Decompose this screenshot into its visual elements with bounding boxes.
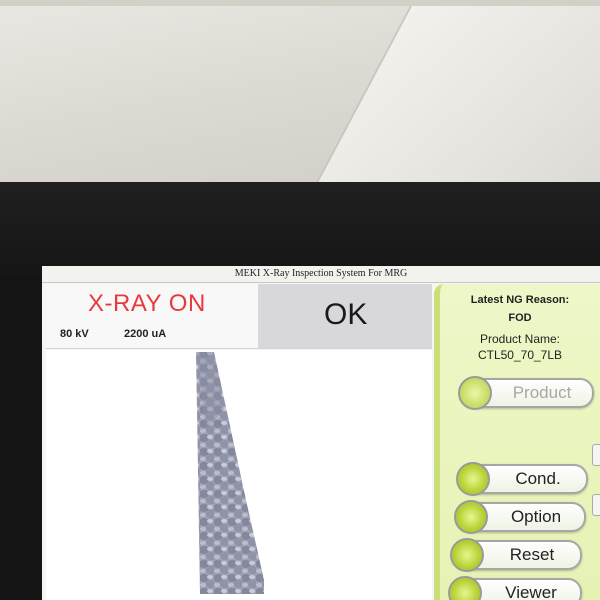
screen: MEKI X-Ray Inspection System For MRG X-R… [42,266,600,600]
voltage-readout: 80 kV [60,328,89,340]
background-ceiling-edge [0,0,600,6]
status-area: X-RAY ON 80 kV 2200 uA OK [46,284,432,349]
lamp-indicator-icon [448,576,482,600]
panel-scroll-handle-lower[interactable] [592,494,600,516]
inspection-result: OK [324,298,368,331]
cond-button[interactable]: Cond. [456,462,588,496]
lamp-indicator-icon [456,462,490,496]
viewer-button-label: Viewer [505,583,557,600]
reset-button[interactable]: Reset [450,538,582,572]
product-name-value: CTL50_70_7LB [477,348,563,362]
lamp-indicator-icon [458,376,492,410]
panel-scroll-handle[interactable] [592,444,600,466]
reset-button-label: Reset [509,545,555,564]
product-name-label: Product Name: [479,332,561,346]
product-button[interactable]: Product [458,376,594,410]
xray-status: X-RAY ON [88,290,206,317]
window-title: MEKI X-Ray Inspection System For MRG [42,266,600,283]
product-button-label: Product [512,383,572,402]
lamp-indicator-icon [454,500,488,534]
xray-scan-image [196,352,264,594]
lamp-indicator-icon [450,538,484,572]
current-readout: 2200 uA [124,328,167,340]
result-box: OK [258,284,432,348]
xray-image-view[interactable] [46,350,432,600]
option-button-label: Option [510,507,562,526]
ng-reason-label: Latest NG Reason: [470,294,570,306]
monitor-bezel-top [0,182,600,277]
side-panel: Latest NG Reason: FOD Product Name: CTL5… [434,284,600,600]
cond-button-label: Cond. [515,469,561,488]
option-button[interactable]: Option [454,500,586,534]
ng-reason-value: FOD [508,312,532,324]
viewer-button[interactable]: Viewer [448,576,582,600]
